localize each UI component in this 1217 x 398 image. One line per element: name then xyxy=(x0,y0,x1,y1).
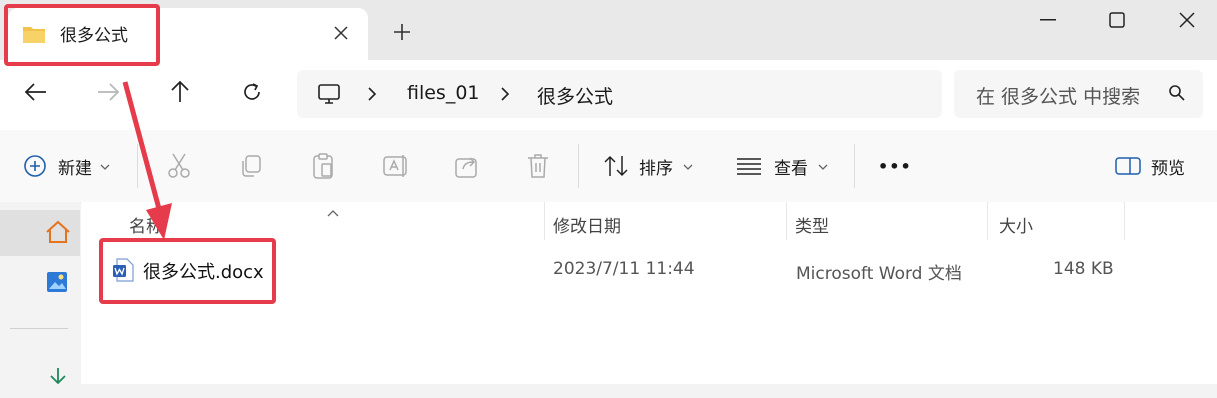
annotation-arrow xyxy=(122,81,172,240)
